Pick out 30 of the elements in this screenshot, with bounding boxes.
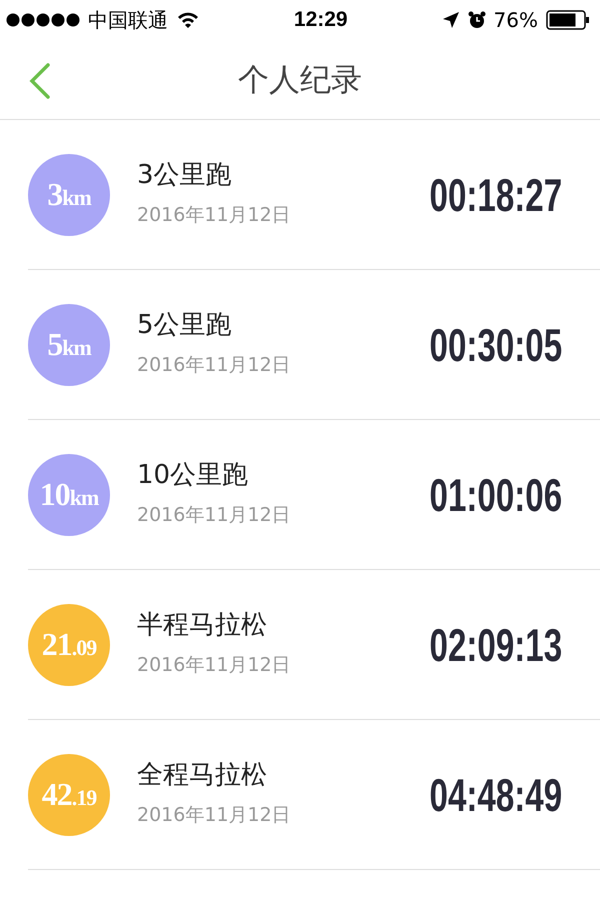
record-name: 3公里跑 bbox=[137, 159, 233, 192]
clock-time: 12:29 bbox=[294, 8, 348, 32]
record-date: 2016年11月12日 bbox=[137, 653, 292, 678]
record-time: 00:30:05 bbox=[429, 318, 562, 372]
wifi-icon bbox=[176, 11, 200, 29]
record-name: 10公里跑 bbox=[137, 459, 250, 492]
distance-badge: 21.09 bbox=[28, 604, 110, 686]
record-time: 01:00:06 bbox=[429, 468, 562, 522]
signal-icon bbox=[6, 13, 80, 27]
distance-badge: 3km bbox=[28, 154, 110, 236]
distance-badge: 42.19 bbox=[28, 754, 110, 836]
record-time: 02:09:13 bbox=[429, 618, 562, 672]
record-date: 2016年11月12日 bbox=[137, 353, 292, 378]
record-name: 全程马拉松 bbox=[137, 759, 268, 792]
location-arrow-icon bbox=[442, 11, 460, 29]
distance-badge: 5km bbox=[28, 304, 110, 386]
distance-badge: 10km bbox=[28, 454, 110, 536]
record-time: 00:18:27 bbox=[429, 168, 562, 222]
page-title: 个人纪录 bbox=[238, 60, 362, 100]
alarm-clock-icon bbox=[468, 11, 486, 29]
record-date: 2016年11月12日 bbox=[137, 803, 292, 828]
record-time: 04:48:49 bbox=[429, 768, 562, 822]
record-name: 半程马拉松 bbox=[137, 609, 268, 642]
battery-icon bbox=[546, 10, 590, 30]
battery-percent: 76% bbox=[494, 8, 538, 32]
back-button[interactable] bbox=[28, 62, 52, 100]
carrier-name: 中国联通 bbox=[88, 6, 168, 34]
record-date: 2016年11月12日 bbox=[137, 503, 292, 528]
record-name: 5公里跑 bbox=[137, 309, 233, 342]
record-date: 2016年11月12日 bbox=[137, 203, 292, 228]
